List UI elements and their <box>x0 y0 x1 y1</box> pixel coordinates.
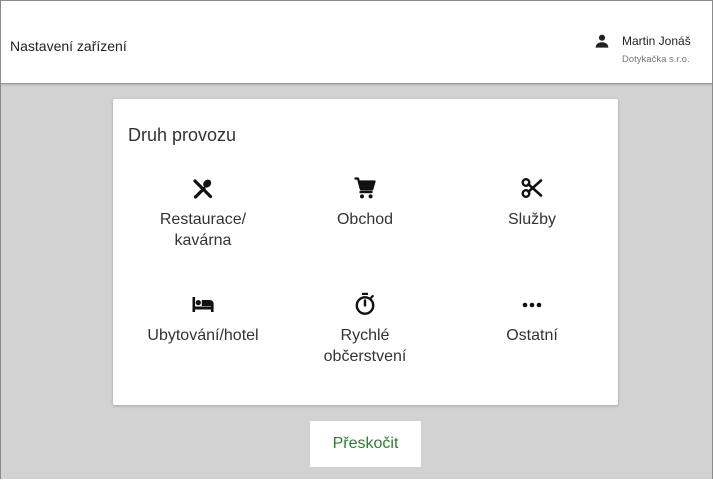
card-title: Druh provozu <box>128 125 237 145</box>
option-label: Služby <box>507 211 557 228</box>
shopping-cart-icon <box>354 177 376 199</box>
option-services[interactable]: Služby <box>457 176 607 230</box>
skip-button[interactable]: Přeskočit <box>310 421 421 467</box>
restaurant-icon <box>193 179 213 199</box>
user-company: Dotykačka s.r.o. <box>622 54 690 65</box>
app-window: Nastavení zařízení Martin Jonáš Dotykačk… <box>0 0 713 479</box>
timer-icon <box>355 292 375 315</box>
option-shop[interactable]: Obchod <box>290 176 440 230</box>
page-title: Nastavení zařízení <box>10 38 127 54</box>
option-accommodation-hotel[interactable]: Ubytování/hotel <box>128 292 278 346</box>
option-other[interactable]: Ostatní <box>457 292 607 346</box>
option-label: Ubytování/hotel <box>147 327 259 344</box>
user-name[interactable]: Martin Jonáš <box>622 34 691 48</box>
option-label: Rychlé občerstvení <box>323 327 407 365</box>
more-horizontal-icon <box>522 302 542 308</box>
person-icon <box>595 34 609 48</box>
scissors-icon <box>521 178 543 198</box>
top-bar: Nastavení zařízení Martin Jonáš Dotykačk… <box>1 1 712 84</box>
option-label: Obchod <box>336 211 394 228</box>
hotel-bed-icon <box>192 297 214 312</box>
option-fast-food[interactable]: Rychlé občerstvení <box>290 292 440 367</box>
option-label: Restaurace/ kavárna <box>159 211 247 249</box>
option-restaurant-cafe[interactable]: Restaurace/ kavárna <box>128 176 278 251</box>
option-label: Ostatní <box>506 327 558 344</box>
business-type-card: Druh provozu Restaurace/ kavárna Obchod <box>113 99 618 405</box>
